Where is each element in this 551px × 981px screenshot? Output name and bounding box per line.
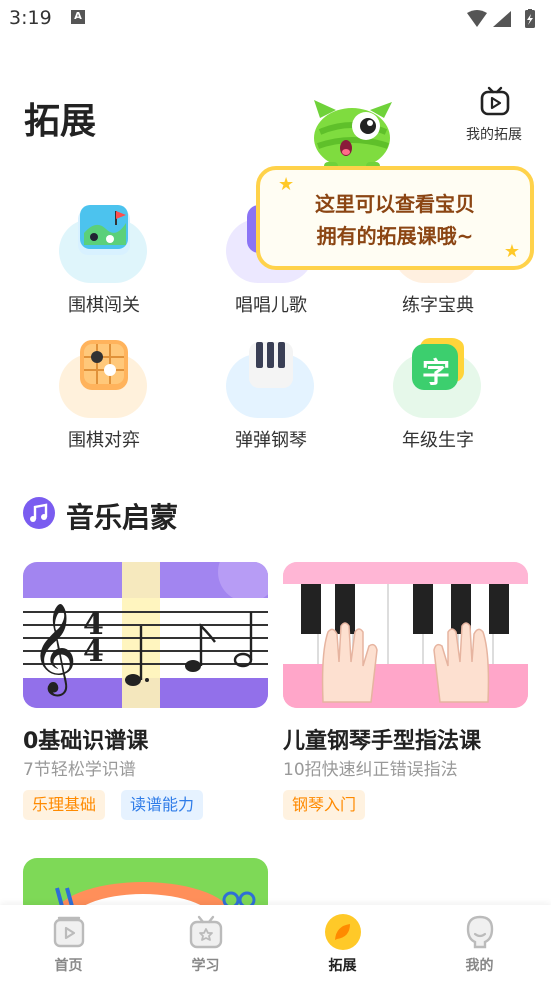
- tile-grade-characters[interactable]: 字 年级生字: [375, 338, 485, 468]
- svg-text:𝄞: 𝄞: [31, 603, 77, 697]
- status-time: 3:19: [9, 7, 52, 29]
- tooltip-bubble[interactable]: ★ ★ 这里可以查看宝贝 拥有的拓展课哦~: [256, 166, 534, 270]
- nav-label: 拓展: [328, 958, 357, 974]
- tooltip-text: 这里可以查看宝贝 拥有的拓展课哦~: [260, 188, 530, 252]
- nav-study[interactable]: 学习: [137, 905, 274, 981]
- character-glyph: 字: [421, 356, 450, 389]
- page-title: 拓展: [24, 101, 97, 142]
- home-video-icon: [53, 916, 85, 948]
- music-note-icon: [23, 497, 55, 529]
- course-title[interactable]: 儿童钢琴手型指法课: [283, 723, 481, 755]
- piano-keys-icon: [249, 342, 293, 388]
- course-tag: 读谱能力: [121, 790, 204, 820]
- nav-label: 我的: [465, 958, 494, 974]
- course-thumbnail-piano[interactable]: [283, 562, 528, 708]
- tooltip-line-2: 拥有的拓展课哦~: [316, 224, 474, 248]
- tooltip-line-1: 这里可以查看宝贝: [315, 192, 475, 216]
- nav-mine[interactable]: 我的: [411, 905, 548, 981]
- go-map-icon: [78, 205, 130, 255]
- section-title: 音乐启蒙: [66, 501, 179, 534]
- tile-label: 弹弹钢琴: [235, 430, 307, 451]
- nav-home[interactable]: 首页: [0, 905, 137, 981]
- nav-label: 学习: [191, 958, 220, 974]
- course-title[interactable]: 0基础识谱课: [23, 723, 148, 755]
- piano-hands-illustration: [283, 562, 528, 708]
- course-thumbnail-sheet-music[interactable]: 𝄞 4 4: [23, 562, 268, 708]
- extension-leaf-icon: [325, 914, 361, 950]
- profile-face-icon: [466, 915, 494, 949]
- tile-label: 年级生字: [402, 430, 474, 451]
- tile-label: 唱唱儿歌: [235, 295, 307, 316]
- sheet-music-illustration: 𝄞 4 4: [23, 562, 268, 708]
- tile-play-piano[interactable]: 弹弹钢琴: [208, 338, 318, 468]
- bottom-navigation: 首页 学习 拓展 我的: [0, 905, 551, 981]
- study-tv-icon: [189, 915, 223, 949]
- nav-extension[interactable]: 拓展: [274, 905, 411, 981]
- my-extensions-label: 我的拓展: [466, 127, 522, 143]
- nav-label: 首页: [54, 958, 83, 974]
- signal-battery-icons: [467, 9, 535, 28]
- course-tag: 钢琴入门: [283, 790, 366, 820]
- status-bar: 3:19 A: [0, 0, 551, 38]
- tile-label: 围棋闯关: [68, 295, 140, 316]
- svg-text:4: 4: [83, 634, 104, 669]
- course-tag: 乐理基础: [23, 790, 106, 820]
- notification-icon: A: [71, 10, 85, 24]
- tile-label: 练字宝典: [402, 295, 474, 316]
- tile-go-levels[interactable]: 围棋闯关: [41, 203, 151, 333]
- tv-icon: [480, 86, 510, 116]
- course-subtitle: 7节轻松学识谱: [23, 760, 136, 780]
- go-board-icon: [80, 340, 128, 390]
- tile-go-match[interactable]: 围棋对弈: [41, 338, 151, 468]
- mascot-character: [314, 100, 392, 170]
- my-extensions-button[interactable]: 我的拓展: [456, 86, 532, 146]
- course-subtitle: 10招快速纠正错误指法: [283, 760, 458, 780]
- tile-label: 围棋对弈: [68, 430, 140, 451]
